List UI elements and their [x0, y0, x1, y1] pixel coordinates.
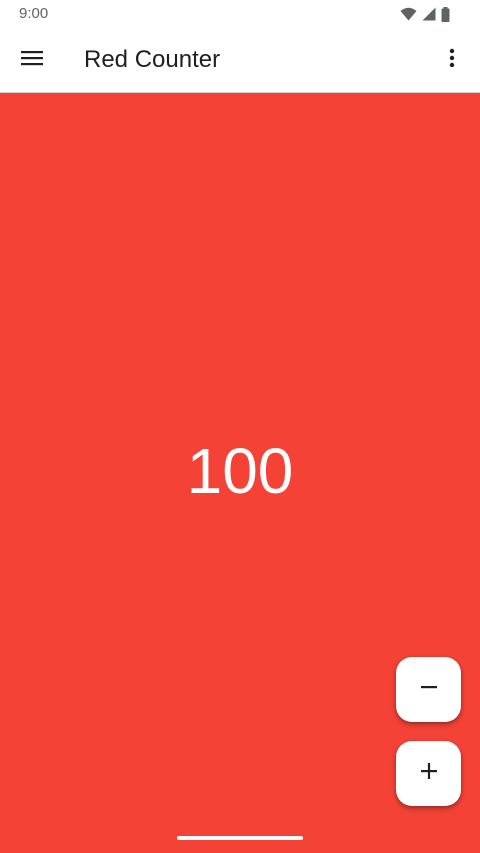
- app-title: Red Counter: [84, 46, 221, 73]
- counter-screen: 100: [0, 93, 480, 853]
- overflow-menu-button[interactable]: [430, 38, 474, 82]
- battery-icon: [441, 6, 450, 22]
- status-icons: [400, 6, 450, 22]
- status-bar: 9:00: [0, 0, 480, 28]
- more-vert-icon: [449, 48, 455, 73]
- decrement-button[interactable]: [396, 657, 461, 722]
- wifi-icon: [400, 7, 417, 21]
- minus-icon: [420, 678, 438, 701]
- gesture-navigation-bar[interactable]: [177, 836, 303, 840]
- plus-icon: [420, 762, 438, 785]
- cellular-signal-icon: [422, 7, 436, 21]
- hamburger-menu-icon: [21, 50, 43, 71]
- increment-button[interactable]: [396, 741, 461, 806]
- counter-value: 100: [186, 435, 294, 507]
- app-bar: Red Counter: [0, 28, 480, 93]
- menu-button[interactable]: [10, 38, 54, 82]
- status-time: 9:00: [19, 5, 49, 22]
